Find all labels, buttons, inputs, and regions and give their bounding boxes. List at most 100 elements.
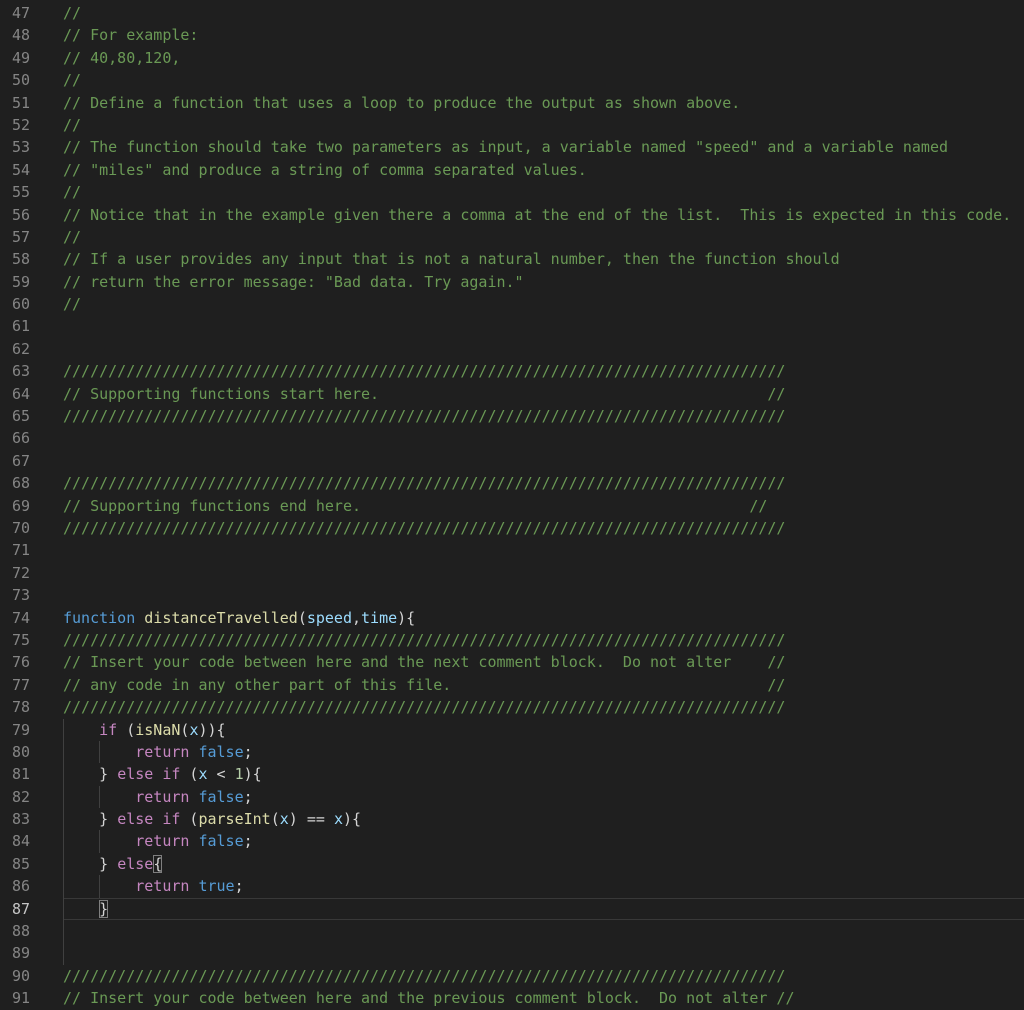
code-line[interactable]: 76 // Insert your code between here and t… — [0, 651, 1024, 673]
code-text: } else if (x < 1){ — [63, 763, 262, 785]
code-text: // — [63, 293, 81, 315]
code-segment: speed — [306, 608, 352, 627]
line-number: 59 — [11, 272, 30, 291]
code-text: // Supporting functions end here. // — [63, 495, 767, 517]
code-line[interactable]: 85 } else{ — [0, 852, 1024, 876]
line-number: 66 — [11, 429, 30, 448]
line-number: 75 — [11, 630, 30, 649]
code-line[interactable]: 66 — [0, 427, 1024, 449]
code-line[interactable]: 67 — [0, 450, 1024, 472]
line-number: 88 — [11, 922, 30, 941]
line-number: 57 — [11, 227, 30, 246]
code-line[interactable]: 68 //////////////////////////////////////… — [0, 472, 1024, 494]
code-segment: // Notice that in the example given ther… — [63, 205, 1012, 224]
line-number: 78 — [11, 698, 30, 717]
code-segment: if — [162, 765, 181, 784]
code-segment: return — [135, 832, 190, 851]
line-number: 58 — [11, 250, 30, 269]
code-line[interactable]: 86 return true; — [0, 875, 1024, 898]
line-number: 86 — [11, 877, 30, 896]
code-line[interactable]: 47 // — [0, 2, 1024, 24]
code-segment: // If a user provides any input that is … — [63, 250, 840, 269]
line-number: 68 — [11, 474, 30, 493]
code-segment: if — [99, 720, 118, 739]
line-number: 77 — [11, 675, 30, 694]
code-line[interactable]: 84 return false; — [0, 830, 1024, 853]
line-number: 90 — [11, 966, 30, 985]
code-line[interactable]: 57 // — [0, 226, 1024, 248]
line-number: 71 — [11, 541, 30, 560]
code-text: // Notice that in the example given ther… — [63, 204, 1011, 226]
line-number: 74 — [11, 608, 30, 627]
code-text: // Insert your code between here and the… — [63, 987, 795, 1009]
code-line[interactable]: 74 function distanceTravelled(speed,time)… — [0, 607, 1024, 629]
code-line[interactable]: 60 // — [0, 293, 1024, 315]
line-number: 64 — [11, 384, 30, 403]
code-line[interactable]: 69 // Supporting functions end here. // — [0, 495, 1024, 517]
code-segment: ( — [270, 810, 280, 829]
code-line[interactable]: 91 // Insert your code between here and t… — [0, 987, 1024, 1009]
code-segment: ){ — [243, 765, 262, 784]
code-line[interactable]: 55 // — [0, 181, 1024, 203]
code-line[interactable]: 64 // Supporting functions start here. // — [0, 383, 1024, 405]
code-line[interactable]: 50 // — [0, 69, 1024, 91]
code-segment: // Insert your code between here and the… — [63, 989, 795, 1008]
code-text: // If a user provides any input that is … — [63, 248, 840, 270]
code-line[interactable]: 78 //////////////////////////////////////… — [0, 696, 1024, 718]
code-line[interactable]: 56 // Notice that in the example given th… — [0, 204, 1024, 226]
code-segment: // — [63, 115, 82, 134]
code-line[interactable]: 51 // Define a function that uses a loop … — [0, 92, 1024, 114]
code-line[interactable]: 79 if (isNaN(x)){ — [0, 718, 1024, 741]
code-line[interactable]: 82 return false; — [0, 785, 1024, 809]
code-line[interactable]: 77 // any code in any other part of this … — [0, 674, 1024, 696]
code-segment: // For example: — [63, 26, 199, 45]
code-line[interactable]: 65 //////////////////////////////////////… — [0, 405, 1024, 427]
line-number: 84 — [11, 832, 30, 851]
code-segment: // any code in any other part of this fi… — [63, 675, 786, 694]
code-line[interactable]: 75 //////////////////////////////////////… — [0, 629, 1024, 651]
code-line[interactable]: 83 } else if (parseInt(x) == x){ — [0, 808, 1024, 831]
code-editor[interactable]: 47 // 48 // For example: 49 // 40,80,120, 50 //… — [0, 0, 1024, 1007]
line-number: 85 — [11, 854, 30, 873]
code-line[interactable]: 59 // return the error message: "Bad data… — [0, 271, 1024, 293]
code-text: return true; — [63, 875, 243, 897]
code-line[interactable]: 90 //////////////////////////////////////… — [0, 965, 1024, 987]
line-number: 56 — [11, 205, 30, 224]
code-line[interactable]: 63 //////////////////////////////////////… — [0, 360, 1024, 382]
code-line[interactable]: 88 — [0, 920, 1024, 943]
line-number: 89 — [11, 944, 30, 963]
code-line[interactable]: 73 — [0, 584, 1024, 606]
line-number: 81 — [11, 765, 30, 784]
code-line[interactable]: 89 — [0, 942, 1024, 965]
code-line[interactable]: 61 — [0, 315, 1024, 337]
indent-guide — [63, 920, 64, 943]
line-number: 47 — [11, 4, 30, 22]
code-line[interactable]: 80 return false; — [0, 740, 1024, 764]
line-number: 83 — [11, 810, 30, 829]
line-number: 52 — [11, 115, 30, 134]
code-segment: // Insert your code between here and the… — [63, 653, 786, 672]
code-segment: ////////////////////////////////////////… — [63, 630, 786, 649]
code-segment: // The function should take two paramete… — [63, 138, 949, 157]
code-line[interactable]: 52 // — [0, 114, 1024, 136]
code-line[interactable]: 48 // For example: — [0, 24, 1024, 46]
code-line[interactable]: 87 } — [0, 897, 1024, 921]
code-segment: ( — [297, 608, 307, 627]
code-segment: x — [198, 765, 208, 784]
code-segment: } — [63, 810, 118, 829]
line-number: 61 — [11, 317, 30, 336]
code-line[interactable]: 53 // The function should take two parame… — [0, 136, 1024, 158]
code-line[interactable]: 70 //////////////////////////////////////… — [0, 517, 1024, 539]
code-line[interactable]: 54 // "miles" and produce a string of com… — [0, 159, 1024, 181]
line-number: 79 — [11, 720, 30, 739]
code-text: return false; — [63, 830, 252, 852]
code-line[interactable]: 58 // If a user provides any input that i… — [0, 248, 1024, 270]
code-line[interactable]: 49 // 40,80,120, — [0, 47, 1024, 69]
code-line[interactable]: 81 } else if (x < 1){ — [0, 763, 1024, 786]
code-segment: // return the error message: "Bad data. … — [63, 272, 524, 291]
code-line[interactable]: 71 — [0, 539, 1024, 561]
code-line[interactable]: 62 — [0, 338, 1024, 360]
code-text: // any code in any other part of this fi… — [63, 674, 785, 696]
code-line[interactable]: 72 — [0, 562, 1024, 584]
